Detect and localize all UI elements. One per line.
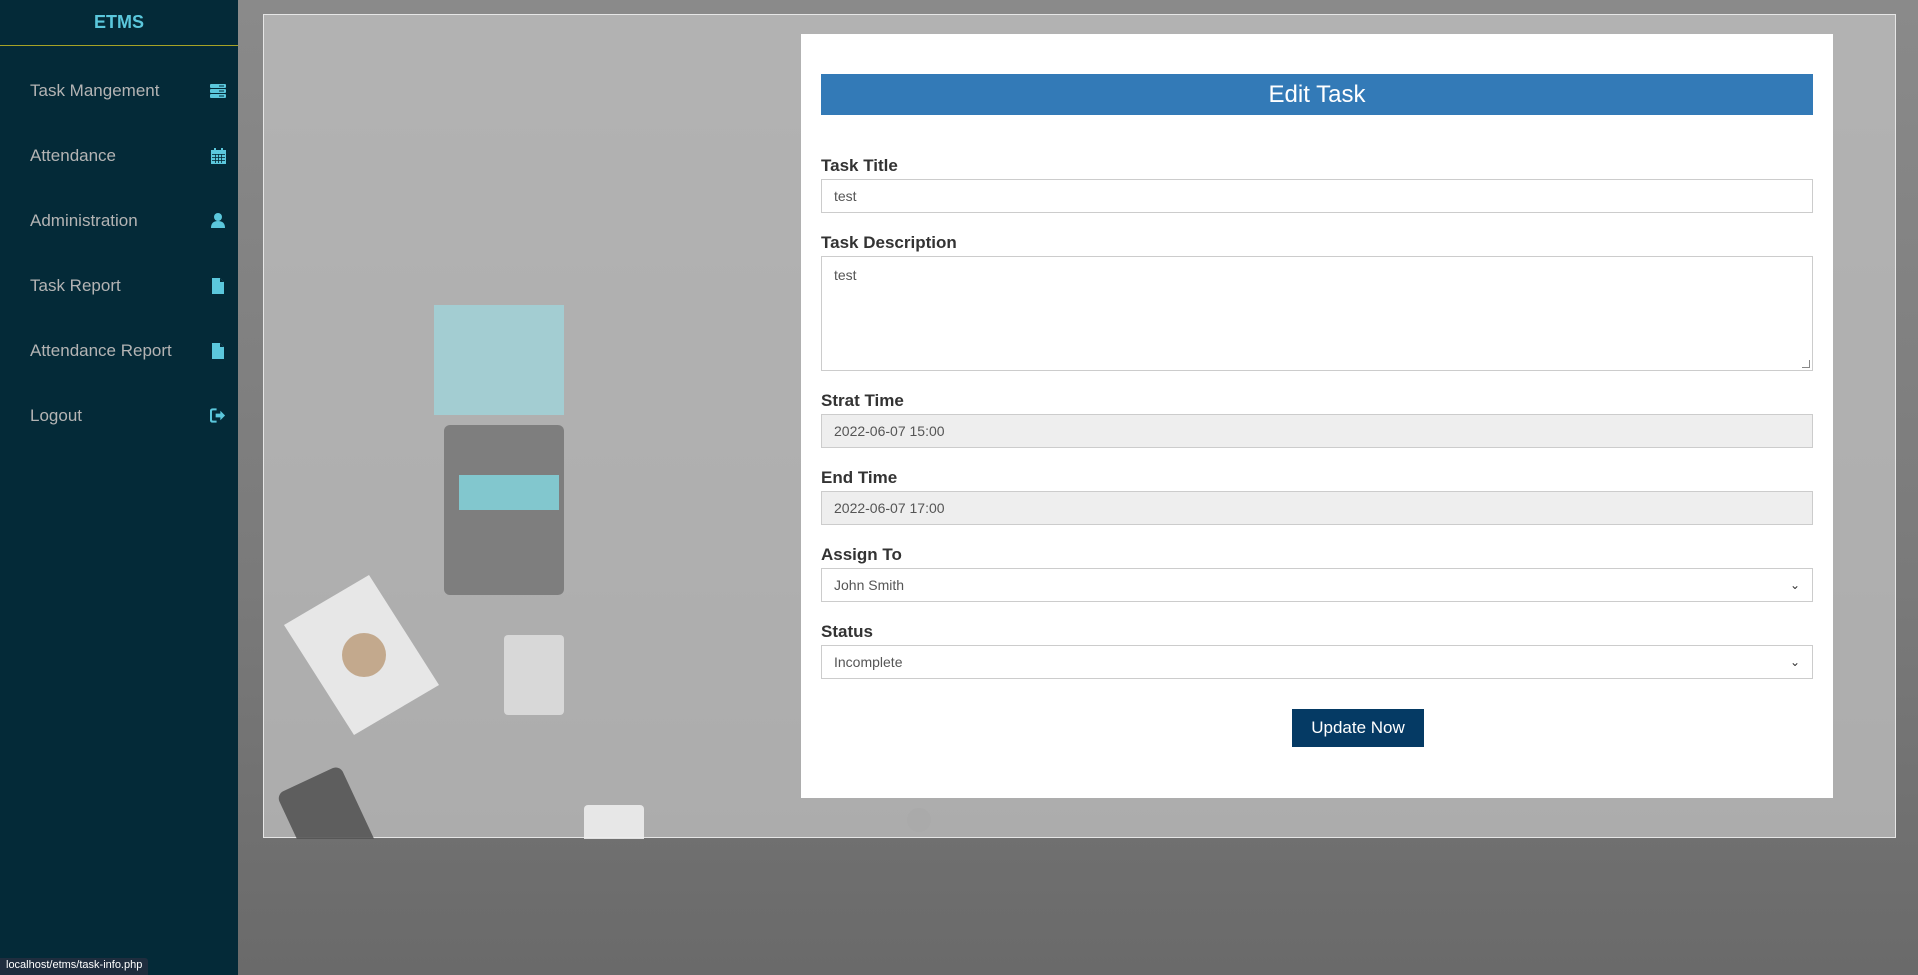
sidebar-item-administration[interactable]: Administration [0, 188, 238, 253]
task-description-label: Task Description [821, 233, 957, 252]
form-actions: Update Now [821, 699, 1813, 747]
end-time-label: End Time [821, 468, 898, 487]
sidebar-item-task-management[interactable]: Task Mangement [0, 58, 238, 123]
assign-to-selected: John Smith [834, 577, 905, 593]
update-now-button[interactable]: Update Now [1292, 709, 1424, 747]
assign-to-field: Assign To John Smith ⌄ [821, 545, 1813, 602]
task-description-field: Task Description test [821, 233, 1813, 371]
task-description-value: test [834, 267, 857, 283]
status-select[interactable]: Incomplete ⌄ [821, 645, 1813, 679]
status-label: Status [821, 622, 873, 641]
sign-out-icon [210, 408, 226, 424]
file-icon [210, 277, 226, 294]
sidebar-item-label: Attendance [30, 145, 117, 165]
chevron-down-icon: ⌄ [1789, 655, 1800, 669]
user-icon [210, 213, 226, 229]
assign-to-label: Assign To [821, 545, 902, 564]
sidebar-nav: Task Mangement Attendance Administration… [0, 46, 238, 448]
start-time-input[interactable]: 2022-06-07 15:00 [821, 414, 1813, 448]
resize-handle[interactable] [1802, 360, 1810, 368]
sidebar-item-attendance[interactable]: Attendance [0, 123, 238, 188]
assign-to-select[interactable]: John Smith ⌄ [821, 568, 1813, 602]
end-time-field: End Time 2022-06-07 17:00 [821, 468, 1813, 525]
sidebar-item-label: Task Report [30, 275, 121, 295]
browser-status-url: localhost/etms/task-info.php [0, 958, 149, 975]
status-field: Status Incomplete ⌄ [821, 622, 1813, 679]
sidebar-item-label: Task Mangement [30, 80, 160, 100]
sidebar-item-label: Attendance Report [30, 340, 172, 360]
sidebar-item-label: Administration [30, 210, 138, 230]
main-area: Edit Task Task Title test Task Descripti… [238, 0, 1918, 975]
status-selected: Incomplete [834, 654, 903, 670]
chevron-down-icon: ⌄ [1789, 578, 1800, 592]
edit-task-card: Edit Task Task Title test Task Descripti… [801, 34, 1833, 798]
start-time-label: Strat Time [821, 391, 904, 410]
file-icon [210, 342, 226, 359]
sidebar-item-attendance-report[interactable]: Attendance Report [0, 318, 238, 383]
task-title-input[interactable]: test [821, 179, 1813, 213]
sidebar-item-label: Logout [30, 405, 82, 425]
sidebar-item-logout[interactable]: Logout [0, 383, 238, 448]
task-title-label: Task Title [821, 156, 898, 175]
task-title-field: Task Title test [821, 156, 1813, 213]
brand-logo[interactable]: ETMS [0, 0, 238, 46]
end-time-input[interactable]: 2022-06-07 17:00 [821, 491, 1813, 525]
start-time-field: Strat Time 2022-06-07 15:00 [821, 391, 1813, 448]
sidebar-item-task-report[interactable]: Task Report [0, 253, 238, 318]
calendar-icon [210, 147, 226, 164]
tasks-icon [210, 83, 226, 99]
page-title: Edit Task [821, 74, 1813, 115]
sidebar: ETMS Task Mangement Attendance Administr… [0, 0, 238, 975]
task-description-textarea[interactable]: test [821, 256, 1813, 371]
